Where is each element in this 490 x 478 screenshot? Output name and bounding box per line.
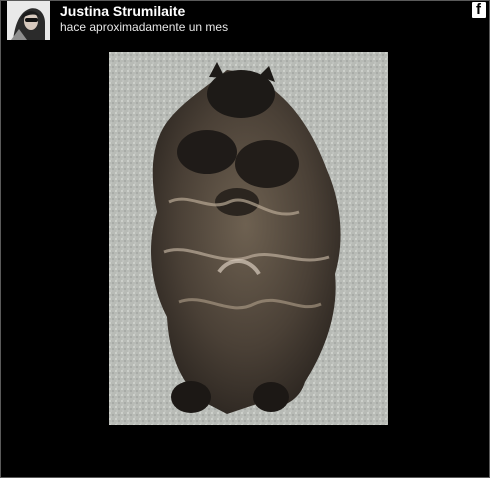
avatar[interactable] — [7, 1, 50, 40]
post-photo[interactable] — [109, 52, 388, 425]
author-name[interactable]: Justina Strumilaite — [60, 3, 185, 19]
post-timestamp[interactable]: hace aproximadamente un mes — [60, 20, 228, 34]
facebook-icon[interactable]: f — [472, 1, 486, 18]
social-embed-card: Justina Strumilaite hace aproximadamente… — [0, 0, 490, 478]
